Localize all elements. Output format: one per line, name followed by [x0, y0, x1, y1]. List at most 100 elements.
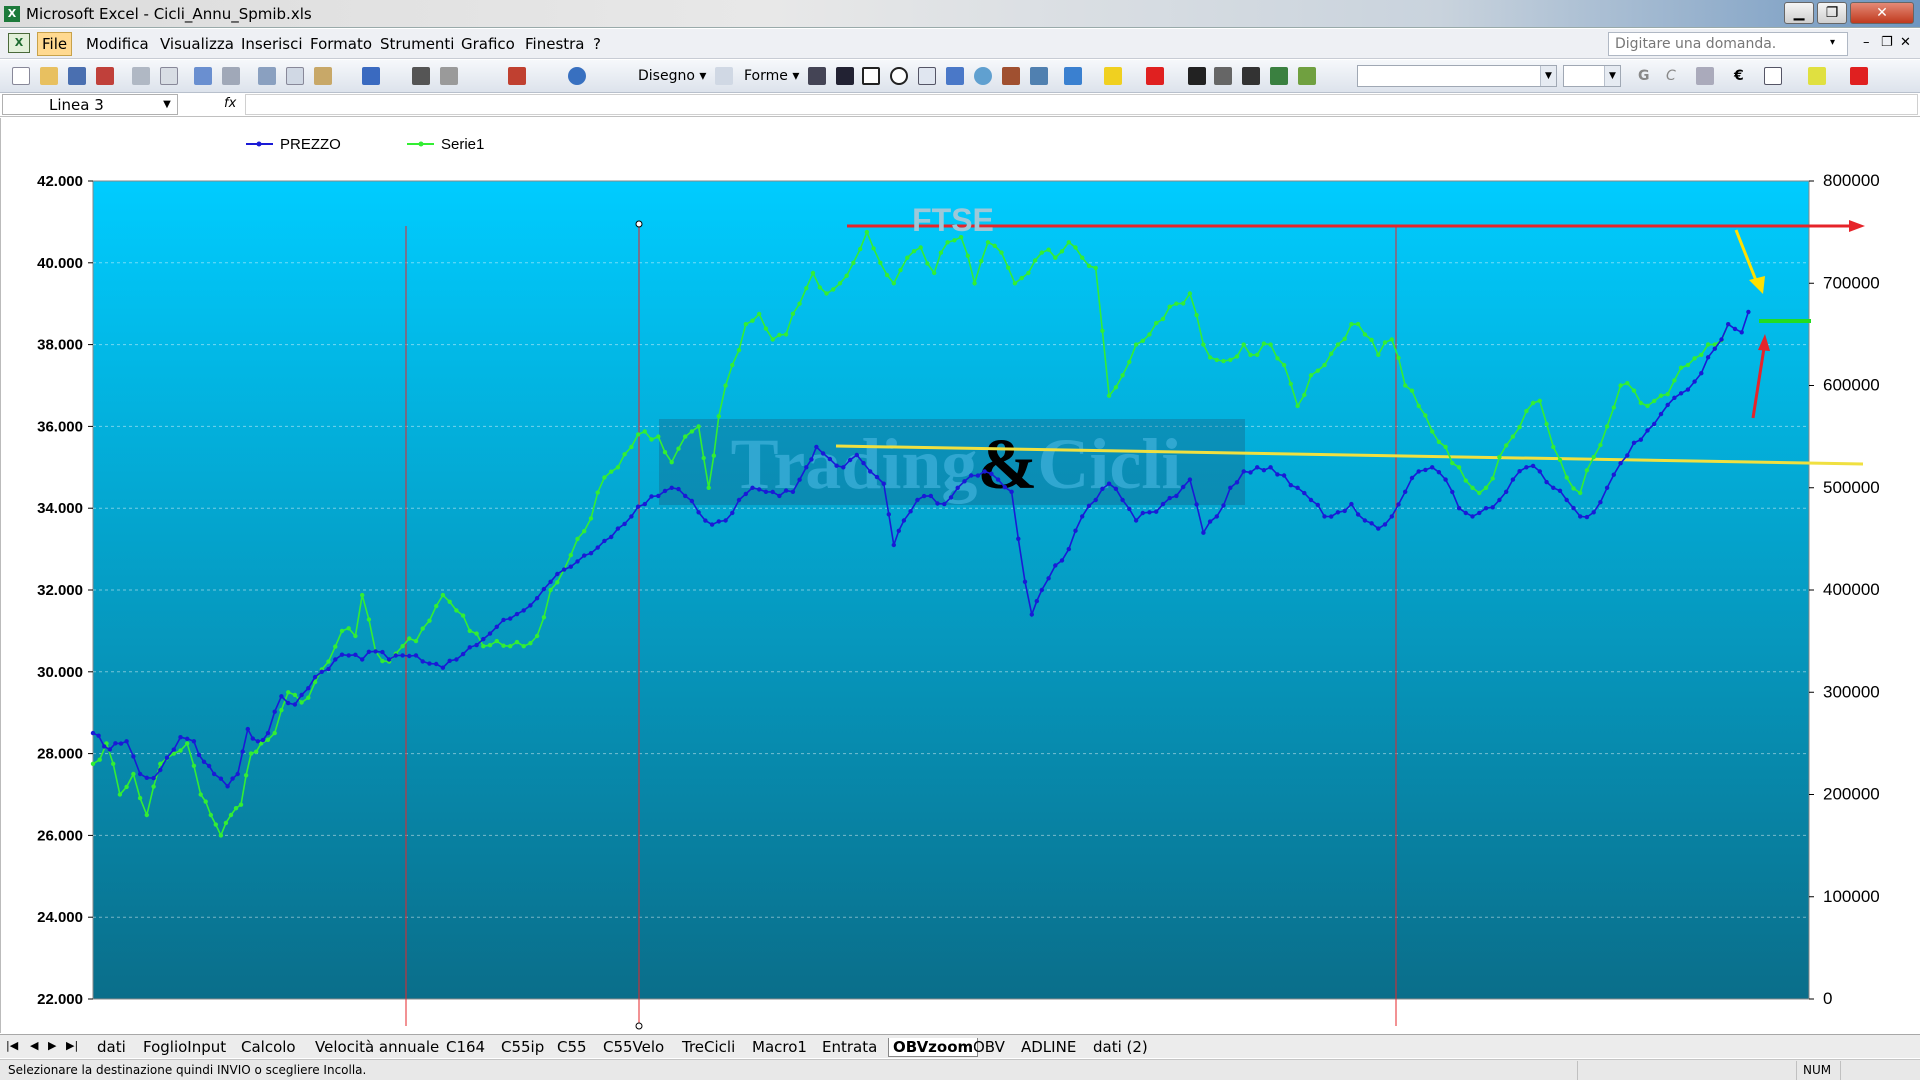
data-point-prezzo[interactable] [861, 460, 866, 466]
data-point-serie1[interactable] [528, 641, 533, 646]
data-point-serie1[interactable] [218, 833, 224, 838]
data-point-serie1[interactable] [1389, 337, 1395, 342]
data-point-serie1[interactable] [642, 429, 647, 434]
data-point-serie1[interactable] [440, 592, 446, 598]
data-point-prezzo[interactable] [575, 559, 580, 564]
data-point-serie1[interactable] [615, 465, 621, 470]
data-point-serie1[interactable] [292, 692, 298, 698]
data-point-serie1[interactable] [716, 414, 721, 419]
data-point-serie1[interactable] [1187, 291, 1193, 296]
data-point-prezzo[interactable] [1497, 497, 1502, 503]
tab-c164[interactable]: C164 [446, 1038, 485, 1056]
data-point-prezzo[interactable] [185, 736, 190, 741]
data-point-serie1[interactable] [1100, 328, 1105, 333]
data-point-serie1[interactable] [1221, 358, 1226, 364]
menu-inserisci[interactable]: Inserisci [238, 35, 306, 53]
data-point-prezzo[interactable] [191, 739, 197, 744]
data-point-serie1[interactable] [1551, 444, 1556, 450]
data-point-serie1[interactable] [326, 659, 331, 664]
data-point-prezzo[interactable] [339, 652, 345, 657]
data-point-prezzo[interactable] [995, 477, 1001, 482]
data-point-prezzo[interactable] [1261, 468, 1267, 473]
data-point-prezzo[interactable] [137, 771, 143, 777]
data-point-serie1[interactable] [1530, 400, 1536, 406]
data-point-prezzo[interactable] [333, 657, 338, 662]
data-point-serie1[interactable] [213, 822, 218, 827]
data-point-prezzo[interactable] [1288, 483, 1294, 488]
data-point-prezzo[interactable] [1113, 486, 1119, 491]
data-point-prezzo[interactable] [1645, 428, 1650, 433]
euro-currency-button[interactable]: € [1734, 68, 1744, 84]
data-point-serie1[interactable] [999, 250, 1004, 255]
data-point-serie1[interactable] [1349, 322, 1354, 327]
data-point-prezzo[interactable] [1517, 469, 1522, 474]
data-point-serie1[interactable] [932, 270, 937, 276]
data-point-prezzo[interactable] [1066, 546, 1072, 552]
data-point-serie1[interactable] [1369, 337, 1374, 343]
data-point-prezzo[interactable] [615, 526, 621, 531]
data-point-serie1[interactable] [198, 792, 203, 797]
data-point-prezzo[interactable] [1248, 470, 1253, 475]
data-point-serie1[interactable] [676, 446, 681, 451]
data-point-serie1[interactable] [1053, 255, 1058, 260]
data-point-serie1[interactable] [1080, 255, 1085, 260]
data-point-prezzo[interactable] [928, 493, 933, 499]
data-point-prezzo[interactable] [1625, 453, 1630, 458]
data-point-serie1[interactable] [831, 287, 836, 292]
data-point-prezzo[interactable] [891, 542, 896, 548]
data-point-serie1[interactable] [208, 812, 213, 818]
tab-entrata[interactable]: Entrata [822, 1038, 877, 1056]
data-point-serie1[interactable] [272, 730, 277, 736]
data-point-prezzo[interactable] [1214, 514, 1220, 519]
data-point-prezzo[interactable] [1241, 469, 1246, 474]
data-point-prezzo[interactable] [1450, 489, 1455, 495]
borders-icon[interactable] [1764, 67, 1782, 85]
data-point-serie1[interactable] [1106, 393, 1112, 398]
data-point-prezzo[interactable] [1604, 485, 1610, 490]
font-color-icon[interactable] [1146, 67, 1164, 85]
data-point-prezzo[interactable] [809, 457, 814, 462]
data-point-prezzo[interactable] [1120, 497, 1125, 503]
data-point-prezzo[interactable] [1106, 481, 1112, 486]
data-point-prezzo[interactable] [225, 784, 230, 789]
data-point-serie1[interactable] [656, 434, 661, 439]
data-point-serie1[interactable] [1093, 265, 1098, 271]
data-point-serie1[interactable] [804, 286, 809, 291]
data-point-serie1[interactable] [985, 240, 991, 245]
menu-visualizza[interactable]: Visualizza [157, 35, 237, 53]
data-point-prezzo[interactable] [1591, 510, 1596, 515]
data-point-serie1[interactable] [979, 258, 984, 264]
drawing-menu-button[interactable]: Disegno ▾ [638, 68, 706, 84]
data-point-prezzo[interactable] [777, 493, 782, 499]
data-point-serie1[interactable] [1537, 398, 1543, 403]
data-point-serie1[interactable] [1436, 439, 1442, 445]
data-point-prezzo[interactable] [1510, 477, 1516, 482]
data-point-serie1[interactable] [339, 628, 345, 634]
data-point-serie1[interactable] [1443, 444, 1448, 450]
data-point-prezzo[interactable] [279, 694, 284, 699]
data-point-prezzo[interactable] [413, 653, 419, 658]
data-point-prezzo[interactable] [827, 456, 833, 462]
data-point-prezzo[interactable] [1207, 519, 1213, 524]
data-point-serie1[interactable] [1207, 355, 1213, 360]
data-point-serie1[interactable] [696, 424, 701, 429]
data-point-serie1[interactable] [286, 690, 291, 695]
data-point-serie1[interactable] [1120, 373, 1125, 378]
oval-tool-icon[interactable] [890, 67, 908, 85]
data-point-serie1[interactable] [925, 261, 930, 266]
diagram-icon[interactable] [974, 67, 992, 85]
data-point-prezzo[interactable] [635, 504, 641, 509]
data-point-prezzo[interactable] [874, 474, 880, 480]
data-point-prezzo[interactable] [1537, 469, 1543, 474]
data-point-prezzo[interactable] [915, 497, 920, 503]
data-point-serie1[interactable] [1329, 351, 1334, 356]
data-point-prezzo[interactable] [595, 545, 600, 550]
data-point-prezzo[interactable] [1376, 526, 1381, 531]
data-point-serie1[interactable] [131, 771, 136, 777]
data-point-serie1[interactable] [851, 260, 856, 265]
data-point-prezzo[interactable] [1423, 467, 1428, 473]
data-point-serie1[interactable] [1032, 258, 1038, 263]
data-point-prezzo[interactable] [1456, 506, 1462, 511]
data-point-serie1[interactable] [243, 773, 249, 778]
data-point-serie1[interactable] [635, 432, 641, 437]
